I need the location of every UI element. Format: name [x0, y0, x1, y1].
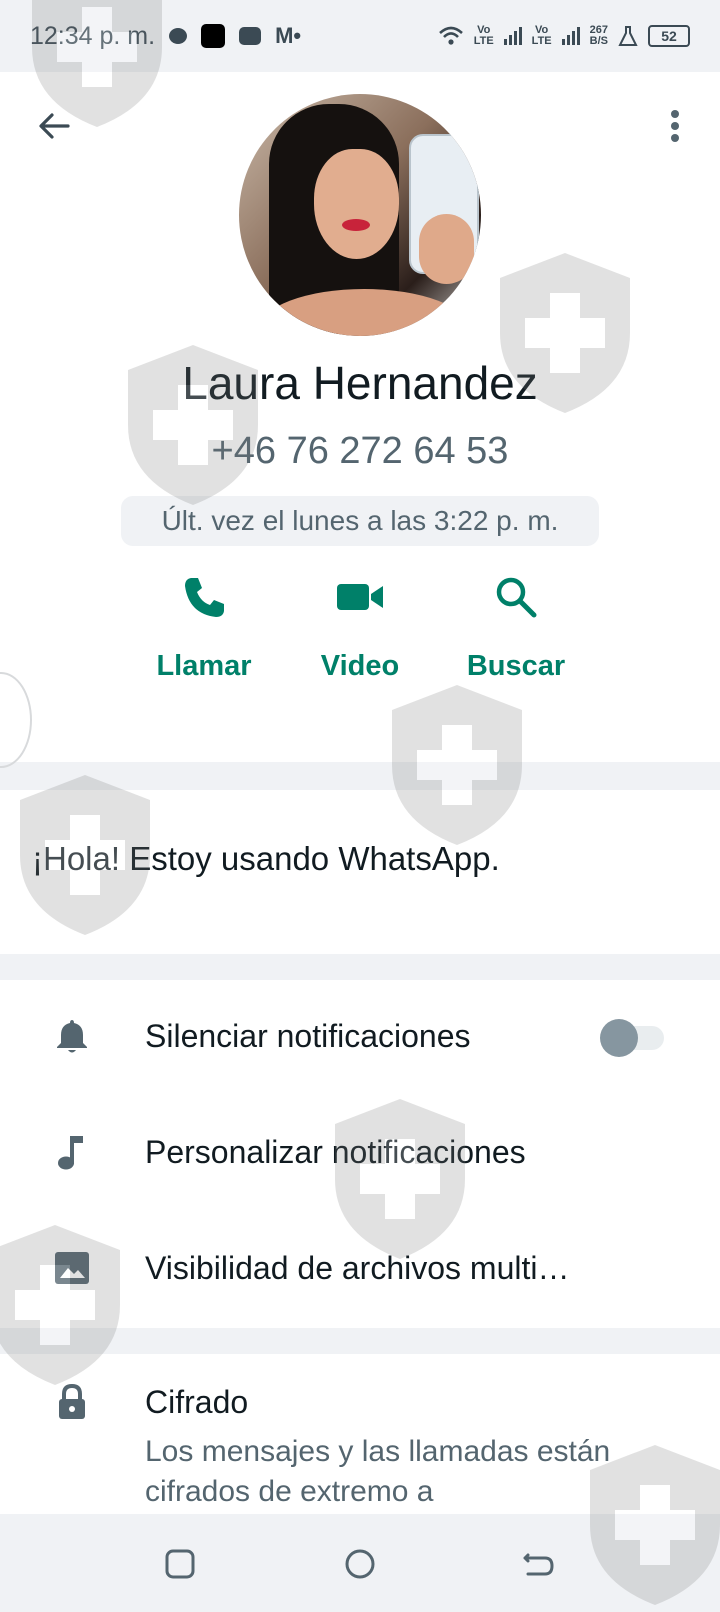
encryption-description: Los mensajes y las llamadas están cifrad…	[145, 1435, 611, 1508]
status-time: 12:34 p. m.	[30, 21, 156, 50]
mute-notifications-row[interactable]: Silenciar notificaciones	[0, 980, 720, 1096]
volte-bottom-1: LTE	[473, 35, 494, 47]
system-nav-bar	[0, 1514, 720, 1612]
contact-phone: +46 76 272 64 53	[211, 430, 509, 472]
status-left: 12:34 p. m. M•	[30, 22, 301, 51]
contact-actions: Llamar Video Buscar	[0, 572, 720, 722]
notification-settings: Silenciar notificaciones Personalizar no…	[0, 980, 720, 1328]
music-note-icon	[58, 1136, 83, 1170]
phone-icon	[185, 578, 224, 617]
photo-lips	[342, 219, 370, 231]
media-visibility-label: Visibilidad de archivos multi…	[145, 1250, 570, 1286]
home-icon[interactable]	[340, 1544, 380, 1584]
back-nav-icon[interactable]	[518, 1544, 558, 1584]
gmail-icon: M•	[275, 23, 302, 48]
encryption-title: Cifrado	[145, 1384, 249, 1420]
mute-toggle[interactable]	[600, 1019, 668, 1057]
video-button[interactable]: Video	[285, 572, 435, 722]
chat-bubble-icon	[169, 28, 188, 44]
app-notification-icon	[201, 24, 226, 48]
media-visibility-row[interactable]: Visibilidad de archivos multi…	[0, 1212, 720, 1328]
profile-photo[interactable]	[239, 94, 481, 336]
volte-indicator-1: Vo LTE	[474, 25, 494, 47]
recent-apps-icon[interactable]	[160, 1544, 200, 1584]
contact-name: Laura Hernandez	[182, 357, 538, 409]
video-label: Video	[320, 650, 400, 682]
about-section[interactable]: ¡Hola! Estoy usando WhatsApp.	[0, 790, 720, 954]
battery-level: 52	[661, 28, 677, 44]
status-bar: 12:34 p. m. M• Vo LTE Vo LTE 267 B/S 52	[0, 0, 720, 72]
more-options-icon[interactable]	[660, 106, 690, 146]
back-arrow-icon[interactable]	[34, 106, 74, 146]
video-icon	[337, 584, 383, 610]
mute-notifications-label: Silenciar notificaciones	[145, 1018, 471, 1054]
lock-icon	[59, 1383, 85, 1419]
custom-notifications-row[interactable]: Personalizar notificaciones	[0, 1096, 720, 1212]
volte-indicator-2: Vo LTE	[532, 25, 552, 47]
last-seen-badge: Últ. vez el lunes a las 3:22 p. m.	[121, 496, 599, 546]
network-speed: 267 B/S	[590, 25, 608, 47]
image-icon	[55, 1252, 89, 1284]
photo-face	[314, 149, 399, 259]
status-right: Vo LTE Vo LTE 267 B/S 52	[438, 25, 690, 47]
search-label: Buscar	[466, 650, 566, 682]
volte-bottom-2: LTE	[531, 35, 552, 47]
call-button[interactable]: Llamar	[129, 572, 279, 722]
search-button[interactable]: Buscar	[441, 572, 591, 722]
call-label: Llamar	[156, 650, 252, 682]
wifi-icon	[438, 26, 463, 45]
about-text: ¡Hola! Estoy usando WhatsApp.	[32, 840, 500, 877]
battery-icon: 52	[648, 25, 690, 47]
flask-icon	[618, 26, 638, 46]
photo-hand	[419, 214, 474, 284]
custom-notifications-label: Personalizar notificaciones	[145, 1134, 526, 1170]
bell-icon	[57, 1020, 87, 1053]
network-speed-unit: B/S	[589, 35, 608, 47]
mute-toggle-knob	[600, 1019, 638, 1057]
signal-icon-2	[561, 27, 580, 45]
contact-header: Laura Hernandez +46 76 272 64 53 Últ. ve…	[0, 72, 720, 762]
encryption-section[interactable]: Cifrado Los mensajes y las llamadas está…	[0, 1354, 720, 1514]
search-icon	[496, 577, 537, 618]
signal-icon	[503, 27, 522, 45]
gamepad-icon	[239, 27, 262, 45]
